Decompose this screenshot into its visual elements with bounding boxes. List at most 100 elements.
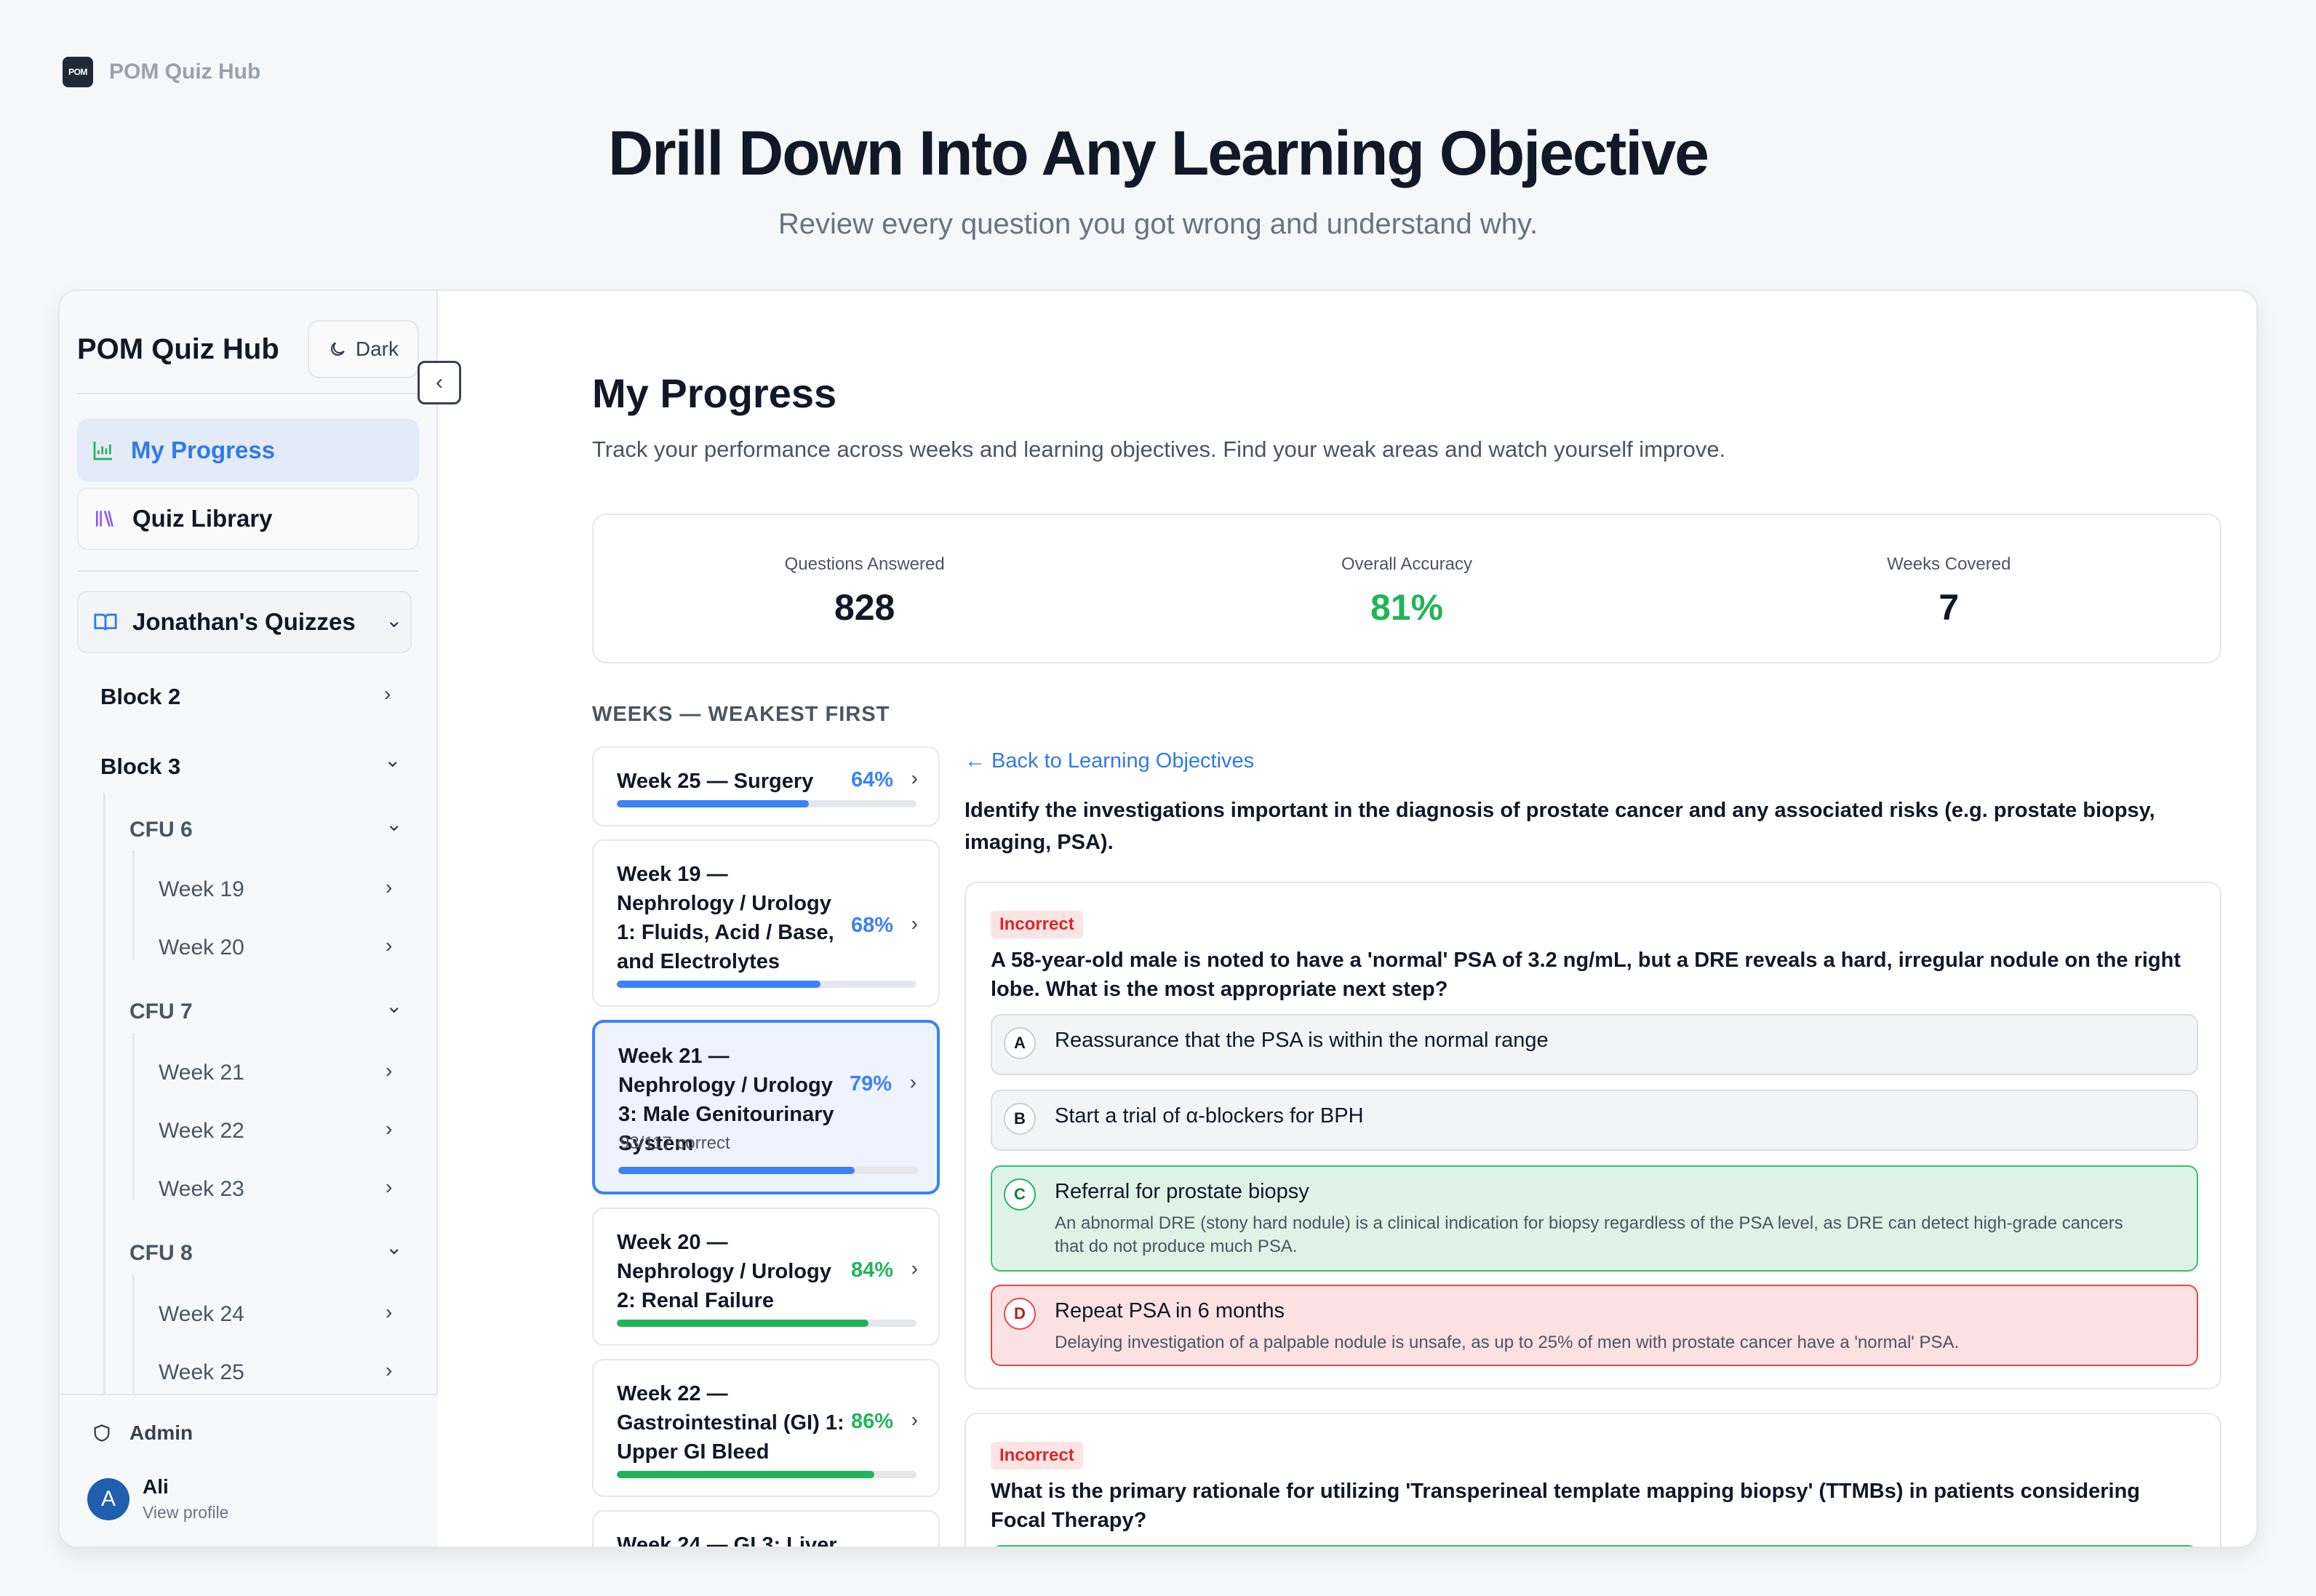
week-card-22[interactable]: Week 22 — Gastrointestinal (GI) 1: Upper… bbox=[592, 1359, 940, 1497]
tree-cfu-7[interactable]: CFU 7 bbox=[129, 1000, 193, 1024]
incorrect-badge: Incorrect bbox=[991, 911, 1083, 938]
chevron-down-icon[interactable]: ⌄ bbox=[386, 994, 402, 1018]
chevron-right-icon: › bbox=[909, 1071, 917, 1093]
nav-label: Quiz Library bbox=[132, 505, 273, 532]
progress-bar bbox=[618, 1167, 918, 1174]
week-name: Week 20 — Nephrology / Urology 2: Renal … bbox=[617, 1231, 831, 1312]
tree-week-21[interactable]: Week 21 bbox=[159, 1061, 244, 1085]
back-to-objectives-link[interactable]: ← Back to Learning Objectives bbox=[965, 749, 1254, 773]
option-letter: C bbox=[1004, 1178, 1036, 1210]
divider bbox=[77, 393, 419, 394]
tree-line bbox=[103, 793, 105, 1404]
chevron-right-icon[interactable]: › bbox=[386, 1359, 392, 1382]
quiz-group-jonathan[interactable]: Jonathan's Quizzes bbox=[77, 591, 412, 653]
progress-fill bbox=[618, 1167, 855, 1174]
progress-bar bbox=[617, 981, 917, 988]
sidebar: POM Quiz Hub Dark My Progress Quiz Libra… bbox=[60, 291, 438, 1547]
chevron-down-icon[interactable]: ⌄ bbox=[384, 748, 401, 772]
page-title: My Progress bbox=[592, 370, 837, 416]
tree-block-2[interactable]: Block 2 bbox=[100, 684, 180, 710]
admin-link[interactable]: Admin bbox=[92, 1421, 193, 1445]
chevron-right-icon: › bbox=[911, 1408, 918, 1431]
avatar[interactable]: A bbox=[87, 1478, 129, 1520]
admin-label: Admin bbox=[129, 1421, 193, 1444]
page-description: Track your performance across weeks and … bbox=[592, 436, 1726, 462]
week-percent: 86% bbox=[850, 1410, 893, 1433]
week-name: Week 25 — Surgery bbox=[617, 770, 814, 793]
option-a[interactable]: A Reassurance that the PSA is within the… bbox=[991, 1014, 2198, 1075]
tree-label: Week 22 bbox=[159, 1119, 244, 1143]
tree-label: Block 2 bbox=[100, 684, 181, 709]
chevron-down-icon[interactable]: ⌄ bbox=[386, 812, 402, 836]
week-card-24[interactable]: Week 24 — GI 3: Liver bbox=[592, 1510, 940, 1547]
stat-value: 828 bbox=[834, 587, 895, 628]
tree-week-22[interactable]: Week 22 bbox=[159, 1119, 244, 1144]
tree-week-23[interactable]: Week 23 bbox=[159, 1177, 244, 1202]
question-card: Incorrect What is the primary rationale … bbox=[965, 1413, 2221, 1547]
option-text: Reassurance that the PSA is within the n… bbox=[1055, 1029, 1549, 1052]
tree-week-19[interactable]: Week 19 bbox=[159, 877, 244, 902]
week-percent: 84% bbox=[850, 1258, 893, 1282]
chevron-right-icon[interactable]: › bbox=[386, 1059, 392, 1082]
tree-label: CFU 6 bbox=[129, 818, 193, 842]
stat-value: 81% bbox=[1370, 587, 1444, 628]
progress-fill bbox=[617, 800, 809, 807]
week-name: Week 19 — Nephrology / Urology 1: Fluids… bbox=[617, 863, 834, 973]
option-b[interactable]: B Start a trial of α-blockers for BPH bbox=[991, 1090, 2198, 1151]
chevron-right-icon[interactable]: › bbox=[386, 934, 392, 957]
tree-block-3[interactable]: Block 3 bbox=[100, 754, 180, 780]
week-percent: 64% bbox=[850, 768, 893, 791]
sidebar-header: POM Quiz Hub Dark bbox=[77, 320, 419, 378]
chevron-right-icon[interactable]: › bbox=[386, 1301, 392, 1324]
chevron-right-icon[interactable]: › bbox=[384, 682, 391, 706]
chevron-right-icon[interactable]: › bbox=[386, 876, 392, 899]
tree-week-25[interactable]: Week 25 bbox=[159, 1360, 244, 1385]
option-letter: A bbox=[1004, 1027, 1036, 1059]
option-d-selected-wrong[interactable]: D Repeat PSA in 6 months Delaying invest… bbox=[991, 1285, 2198, 1366]
stat-value: 7 bbox=[1938, 587, 1960, 628]
weeks-heading: WEEKS — WEAKEST FIRST bbox=[592, 703, 890, 726]
chevron-down-icon[interactable]: ⌄ bbox=[386, 608, 402, 632]
chevron-right-icon[interactable]: › bbox=[386, 1117, 392, 1141]
library-icon bbox=[96, 510, 113, 527]
moon-icon bbox=[330, 342, 345, 356]
tree-cfu-8[interactable]: CFU 8 bbox=[129, 1241, 193, 1266]
stat-questions-answered: Questions Answered 828 bbox=[594, 515, 1135, 662]
week-card-19[interactable]: Week 19 — Nephrology / Urology 1: Fluids… bbox=[592, 839, 940, 1007]
pom-logo-icon: POM bbox=[63, 57, 93, 87]
week-card-20[interactable]: Week 20 — Nephrology / Urology 2: Renal … bbox=[592, 1208, 940, 1346]
chevron-right-icon: › bbox=[911, 1257, 918, 1280]
learning-objective-text: Identify the investigations important in… bbox=[965, 799, 2155, 854]
tree-label: Week 25 bbox=[159, 1360, 244, 1384]
chevron-down-icon[interactable]: ⌄ bbox=[386, 1235, 402, 1259]
option-c-correct[interactable]: C Referral for prostate biopsy An abnorm… bbox=[991, 1165, 2198, 1272]
stat-overall-accuracy: Overall Accuracy 81% bbox=[1135, 515, 1677, 662]
tree-week-24[interactable]: Week 24 bbox=[159, 1302, 244, 1327]
hero-subtitle: Review every question you got wrong and … bbox=[778, 208, 1538, 240]
week-card-21-selected[interactable]: Week 21 — Nephrology / Urology 3: Male G… bbox=[592, 1020, 940, 1194]
question-text: What is the primary rationale for utiliz… bbox=[991, 1480, 2141, 1532]
progress-bar bbox=[617, 1471, 917, 1478]
top-brand-name: POM Quiz Hub bbox=[109, 60, 261, 84]
nav-label: My Progress bbox=[131, 436, 276, 463]
view-profile-link[interactable]: View profile bbox=[143, 1503, 228, 1523]
week-card-25[interactable]: Week 25 — Surgery 64% › bbox=[592, 746, 940, 826]
quiz-group-label: Jonathan's Quizzes bbox=[132, 608, 356, 635]
incorrect-badge: Incorrect bbox=[991, 1442, 1083, 1469]
option-partial[interactable] bbox=[991, 1545, 2198, 1547]
stats-card: Questions Answered 828 Overall Accuracy … bbox=[592, 514, 2221, 663]
progress-bar bbox=[617, 800, 917, 807]
option-letter: D bbox=[1004, 1298, 1036, 1330]
tree-week-20[interactable]: Week 20 bbox=[159, 935, 244, 960]
nav-my-progress[interactable]: My Progress bbox=[77, 419, 419, 482]
option-letter: B bbox=[1004, 1103, 1036, 1135]
nav-quiz-library[interactable]: Quiz Library bbox=[77, 487, 419, 550]
tree-cfu-6[interactable]: CFU 6 bbox=[129, 818, 193, 842]
dark-mode-button[interactable]: Dark bbox=[307, 320, 419, 378]
sidebar-collapse-icon[interactable]: ‹ bbox=[418, 361, 461, 404]
option-text: Referral for prostate biopsy bbox=[1055, 1180, 1309, 1203]
chevron-right-icon: › bbox=[911, 767, 918, 789]
chevron-right-icon[interactable]: › bbox=[386, 1176, 392, 1199]
question-text: A 58-year-old male is noted to have a 'n… bbox=[991, 949, 2181, 1001]
option-explanation: Delaying investigation of a palpable nod… bbox=[1055, 1333, 1960, 1352]
